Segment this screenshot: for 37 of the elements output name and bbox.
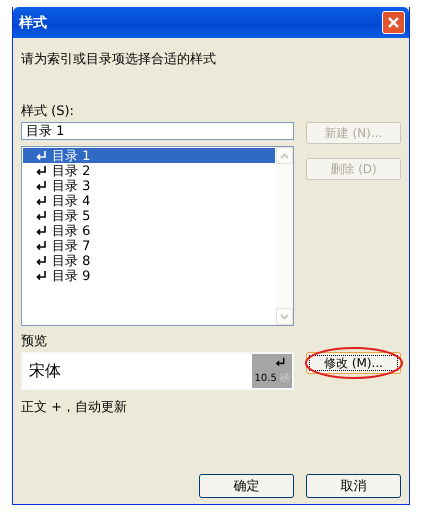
- caret-down-icon: [280, 314, 289, 320]
- paragraph-return-icon: [36, 150, 47, 161]
- instruction-text: 请为索引或目录项选择合适的样式: [21, 51, 217, 68]
- paragraph-return-icon: [36, 195, 47, 206]
- style-list-item[interactable]: 目录 8: [23, 253, 275, 268]
- font-size-text: 10.5: [254, 373, 277, 384]
- style-list-item[interactable]: 目录 9: [23, 268, 275, 283]
- style-name-field[interactable]: 目录 1: [21, 122, 294, 140]
- style-list-item[interactable]: 目录 5: [23, 208, 275, 223]
- styles-label: 样式 (S):: [21, 103, 75, 120]
- paragraph-return-icon: [36, 180, 47, 191]
- style-list-item[interactable]: 目录 7: [23, 238, 275, 253]
- dialog-button[interactable]: 确定: [199, 474, 294, 498]
- style-list-item[interactable]: 目录 1: [23, 148, 275, 163]
- window-title: 样式: [19, 14, 47, 32]
- style-list-item[interactable]: 目录 3: [23, 178, 275, 193]
- paragraph-return-icon: [36, 165, 47, 176]
- paragraph-return-icon: [275, 357, 286, 367]
- style-description: 正文 +，自动更新: [21, 399, 128, 416]
- paragraph-return-icon: [36, 210, 47, 221]
- style-list-item[interactable]: 目录 4: [23, 193, 275, 208]
- paragraph-return-icon: [36, 240, 47, 251]
- font-sample-text: 宋体: [28, 360, 62, 382]
- dialog-button[interactable]: 取消: [306, 474, 401, 498]
- modify-button[interactable]: 修改 (M)...: [306, 352, 401, 374]
- scrollbar[interactable]: [276, 147, 293, 325]
- style-list-item[interactable]: 目录 6: [23, 223, 275, 238]
- scroll-up-button[interactable]: [276, 147, 293, 164]
- style-list-item[interactable]: 目录 2: [23, 163, 275, 178]
- caret-up-icon: [280, 152, 289, 158]
- paragraph-return-icon: [36, 255, 47, 266]
- scroll-down-button[interactable]: [276, 308, 293, 325]
- paragraph-return-icon: [36, 225, 47, 236]
- preview-label: 预览: [21, 333, 48, 350]
- close-button[interactable]: [382, 11, 405, 34]
- paragraph-return-icon: [36, 270, 47, 281]
- close-icon: [387, 16, 400, 29]
